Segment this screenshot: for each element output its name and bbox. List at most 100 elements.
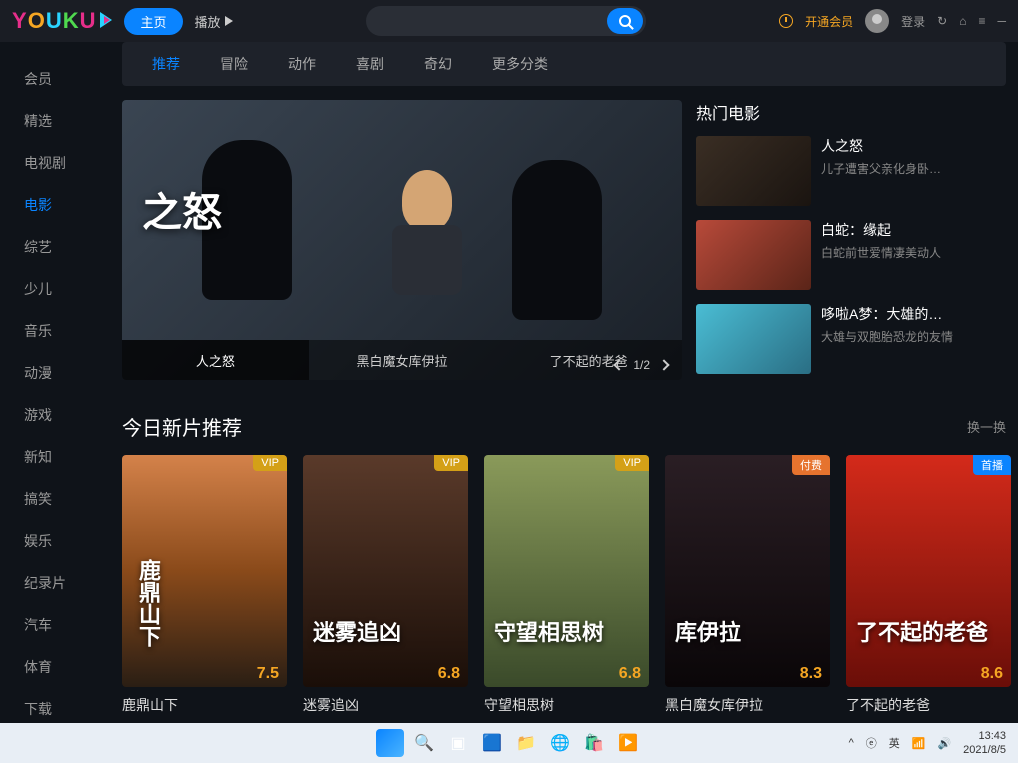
minimize-icon[interactable]: ─ [997, 14, 1006, 28]
hot-thumb [696, 220, 811, 290]
sidebar-item[interactable]: 体育 [0, 646, 110, 688]
badge: VIP [434, 455, 468, 471]
refresh-button[interactable]: 换一换 [967, 417, 1006, 436]
search-icon [619, 15, 631, 27]
sidebar-item[interactable]: 汽车 [0, 604, 110, 646]
sidebar-item[interactable]: 会员 [0, 58, 110, 100]
hot-thumb [696, 304, 811, 374]
sidebar-item[interactable]: 纪录片 [0, 562, 110, 604]
sidebar-item[interactable]: 游戏 [0, 394, 110, 436]
login-link[interactable]: 登录 [901, 13, 925, 30]
hot-name: 哆啦A梦：大雄的… [821, 304, 1006, 324]
taskbar-time: 13:43 [963, 729, 1006, 743]
poster: 付费库伊拉 8.3 [665, 455, 830, 687]
taskbar-search-icon[interactable]: 🔍 [410, 729, 438, 757]
sidebar: 会员精选电视剧电影综艺少儿音乐动漫游戏新知搞笑娱乐纪录片汽车体育下载上传 [0, 42, 110, 723]
category-tab[interactable]: 奇幻 [424, 54, 452, 74]
search-button[interactable] [607, 8, 643, 34]
sidebar-item[interactable]: 电视剧 [0, 142, 110, 184]
search-input[interactable] [380, 14, 607, 28]
carousel-page: 1/2 [633, 358, 650, 372]
clock-icon [779, 14, 793, 28]
sidebar-item[interactable]: 综艺 [0, 226, 110, 268]
hero-carousel[interactable]: 之怒 人之怒黑白魔女库伊拉了不起的老爸 1/2 [122, 100, 682, 380]
youku-logo[interactable]: YOUKU [12, 8, 112, 34]
youku-taskbar-icon[interactable]: ▶️ [614, 729, 642, 757]
play-link-label: 播放 [195, 12, 221, 31]
home-icon[interactable]: ⌂ [959, 14, 966, 28]
category-tab[interactable]: 喜剧 [356, 54, 384, 74]
category-tabs: 推荐 冒险 动作 喜剧 奇幻 更多分类 [122, 42, 1006, 86]
rating: 8.3 [800, 665, 822, 683]
sidebar-item[interactable]: 动漫 [0, 352, 110, 394]
home-pill[interactable]: 主页 [124, 8, 182, 35]
hot-name: 人之怒 [821, 136, 1006, 156]
hot-desc: 大雄与双胞胎恐龙的友情 [821, 328, 1006, 345]
taskbar-date: 2021/8/5 [963, 743, 1006, 757]
volume-icon[interactable]: 🔊 [937, 737, 951, 750]
movie-card[interactable]: VIP鹿鼎山下7.5鹿鼎山下 [122, 455, 287, 715]
avatar-icon[interactable] [865, 9, 889, 33]
taskview-icon[interactable]: ▣ [444, 729, 472, 757]
category-tab[interactable]: 更多分类 [492, 54, 548, 74]
poster: VIP 守望相思树 6.8 [484, 455, 649, 687]
hot-movie-item[interactable]: 哆啦A梦：大雄的… 大雄与双胞胎恐龙的友情 [696, 304, 1006, 374]
sidebar-item[interactable]: 少儿 [0, 268, 110, 310]
rating: 6.8 [619, 665, 641, 683]
widgets-icon[interactable]: 🟦 [478, 729, 506, 757]
rating: 7.5 [257, 665, 279, 683]
start-icon[interactable] [376, 729, 404, 757]
tray-chevron-icon[interactable]: ^ [849, 737, 854, 749]
movie-card[interactable]: VIP迷雾追凶6.8迷雾追凶 [303, 455, 468, 715]
card-title: 鹿鼎山下 [122, 695, 287, 715]
refresh-icon[interactable]: ↻ [937, 14, 947, 28]
sidebar-item[interactable]: 搞笑 [0, 478, 110, 520]
carousel-prev-icon[interactable] [614, 359, 625, 370]
tray-app-icon[interactable]: ⓔ [866, 735, 877, 751]
ime-indicator[interactable]: 英 [889, 735, 900, 751]
card-title: 守望相思树 [484, 695, 649, 715]
card-title: 迷雾追凶 [303, 695, 468, 715]
poster-text: 鹿鼎山下 [132, 559, 164, 647]
movie-card[interactable]: VIP 守望相思树 6.8 守望相思树 [484, 455, 649, 715]
vip-link[interactable]: 开通会员 [805, 13, 853, 30]
hot-movie-item[interactable]: 白蛇：缘起白蛇前世爱情凄美动人 [696, 220, 1006, 290]
app-header: YOUKU 主页 播放 开通会员 登录 ↻ ⌂ ≡ ─ [0, 0, 1018, 42]
category-tab[interactable]: 冒险 [220, 54, 248, 74]
badge: 首播 [973, 455, 1011, 475]
carousel-next-icon[interactable] [658, 359, 669, 370]
hero-title: 之怒 [142, 180, 222, 238]
sidebar-item[interactable]: 精选 [0, 100, 110, 142]
carousel-tab[interactable]: 人之怒 [122, 340, 309, 380]
poster-text: 守望相思树 [494, 615, 604, 647]
sidebar-item[interactable]: 音乐 [0, 310, 110, 352]
poster-text: 库伊拉 [675, 615, 741, 647]
menu-icon[interactable]: ≡ [978, 14, 985, 28]
badge: 付费 [792, 455, 830, 475]
movie-card[interactable]: 付费库伊拉8.3黑白魔女库伊拉 [665, 455, 830, 715]
badge: VIP [615, 455, 649, 471]
movie-card[interactable]: 首播了不起的老爸8.6了不起的老爸 [846, 455, 1011, 715]
sidebar-item[interactable]: 新知 [0, 436, 110, 478]
main-content: 推荐冒险动作喜剧奇幻更多分类 之怒 人之怒黑白魔女库伊拉了不起的老爸 1/2 [110, 42, 1018, 723]
category-tab[interactable]: 动作 [288, 54, 316, 74]
wifi-icon[interactable]: 📶 [912, 737, 926, 750]
sidebar-item[interactable]: 电影 [0, 184, 110, 226]
explorer-icon[interactable]: 📁 [512, 729, 540, 757]
hot-desc: 儿子遭害父亲化身卧… [821, 160, 1006, 177]
store-icon[interactable]: 🛍️ [580, 729, 608, 757]
hot-movie-item[interactable]: 人之怒儿子遭害父亲化身卧… [696, 136, 1006, 206]
hot-desc: 白蛇前世爱情凄美动人 [821, 244, 1006, 261]
sidebar-item[interactable]: 娱乐 [0, 520, 110, 562]
poster-text: 了不起的老爸 [856, 615, 988, 647]
play-link[interactable]: 播放 [195, 12, 233, 31]
sidebar-item[interactable]: 下载 [0, 688, 110, 723]
rating: 6.8 [438, 665, 460, 683]
rating: 8.6 [981, 665, 1003, 683]
taskbar-clock[interactable]: 13:43 2021/8/5 [963, 729, 1006, 758]
edge-icon[interactable]: 🌐 [546, 729, 574, 757]
today-section-title: 今日新片推荐 [122, 412, 242, 441]
carousel-tab[interactable]: 黑白魔女库伊拉 [309, 340, 496, 380]
category-tab[interactable]: 推荐 [152, 54, 180, 74]
search-box [366, 6, 646, 36]
